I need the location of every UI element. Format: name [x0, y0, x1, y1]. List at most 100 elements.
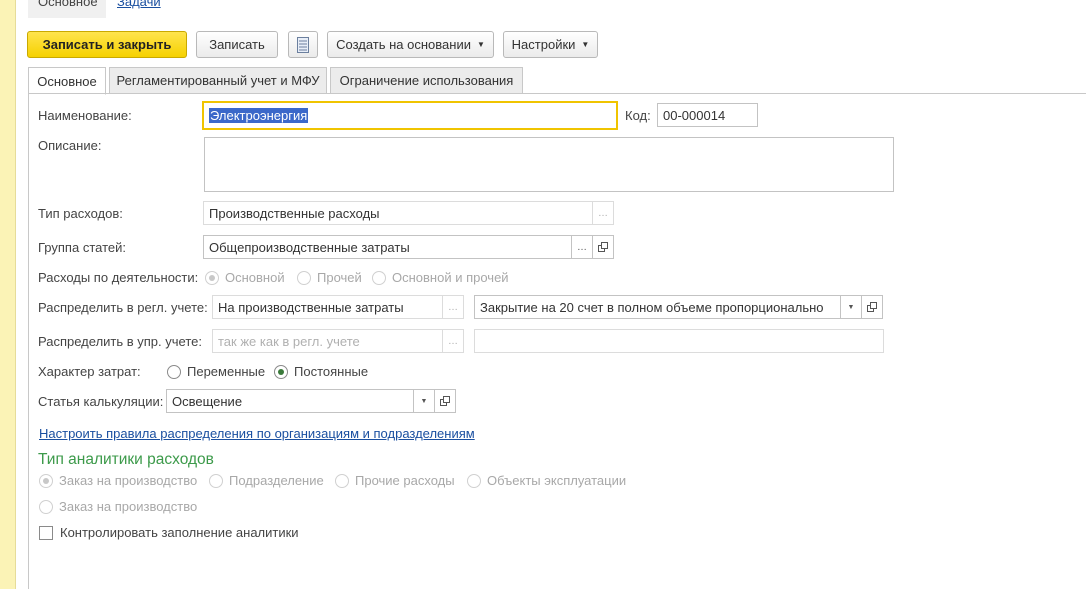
- distribute-reg-value: На производственные затраты: [218, 299, 404, 315]
- calc-item-label: Статья калькуляции:: [38, 394, 164, 409]
- radio-icon: [205, 270, 219, 285]
- open-icon: [867, 302, 877, 312]
- save-and-close-label: Записать и закрыть: [42, 37, 172, 52]
- cost-nature-fixed[interactable]: Постоянные: [274, 364, 368, 379]
- analytics-production-order[interactable]: Заказ на производство: [39, 473, 197, 488]
- analytics-production-order-label: Заказ на производство: [59, 473, 198, 488]
- analytics-production-order-2-label: Заказ на производство: [59, 499, 198, 514]
- chevron-down-icon: ▼: [581, 40, 590, 49]
- code-value: 00-000014: [663, 107, 726, 123]
- calc-item-field[interactable]: Освещение: [166, 389, 414, 413]
- open-icon: [440, 396, 450, 406]
- activity-option-other-label: Прочей: [317, 270, 362, 285]
- activity-option-both[interactable]: Основной и прочей: [372, 270, 509, 285]
- settings-label: Настройки: [511, 37, 576, 52]
- activity-option-main-label: Основной: [225, 270, 285, 285]
- radio-icon: [209, 473, 223, 488]
- radio-icon: [274, 364, 288, 379]
- radio-icon: [372, 270, 386, 285]
- tab-regulated-accounting-label: Регламентированный учет и МФУ: [116, 73, 320, 88]
- chevron-down-icon: ▼: [847, 303, 855, 311]
- distribute-reg-method-value: Закрытие на 20 счет в полном объеме проп…: [480, 299, 824, 315]
- analytics-department[interactable]: Подразделение: [209, 473, 324, 488]
- distribute-mgmt-placeholder: так же как в регл. учете: [218, 333, 360, 349]
- expense-type-field[interactable]: Производственные расходы: [203, 201, 593, 225]
- code-field[interactable]: 00-000014: [657, 103, 758, 127]
- analytics-other-expenses-label: Прочие расходы: [355, 473, 455, 488]
- distribute-mgmt-field[interactable]: так же как в регл. учете: [212, 329, 443, 353]
- name-value: Электроэнергия: [209, 108, 309, 123]
- cost-nature-variable[interactable]: Переменные: [167, 364, 265, 379]
- name-label: Наименование:: [38, 108, 132, 123]
- activity-label: Расходы по деятельности:: [38, 270, 199, 285]
- cost-nature-label: Характер затрат:: [38, 364, 141, 379]
- item-group-select-button[interactable]: …: [571, 235, 593, 259]
- settings-button[interactable]: Настройки ▼: [503, 31, 598, 58]
- calc-item-open-button[interactable]: [434, 389, 456, 413]
- distribute-reg-field[interactable]: На производственные затраты: [212, 295, 443, 319]
- cost-nature-fixed-label: Постоянные: [294, 364, 369, 379]
- form-side-strip: [0, 0, 16, 589]
- create-based-on-label: Создать на основании: [336, 37, 471, 52]
- chevron-down-icon: ▼: [476, 40, 485, 49]
- distribute-mgmt-label: Распределить в упр. учете:: [38, 334, 202, 349]
- radio-icon: [39, 473, 53, 488]
- calc-item-value: Освещение: [172, 393, 243, 409]
- tab-main[interactable]: Основное: [28, 67, 106, 95]
- tab-usage-restriction[interactable]: Ограничение использования: [330, 67, 523, 94]
- checkbox-icon: [39, 525, 53, 540]
- open-icon: [598, 242, 608, 252]
- activity-option-other[interactable]: Прочей: [297, 270, 362, 285]
- create-based-on-button[interactable]: Создать на основании ▼: [327, 31, 494, 58]
- table-icon: [297, 36, 309, 53]
- analytics-section-title: Тип аналитики расходов: [38, 451, 214, 468]
- top-tab-tasks[interactable]: Задачи: [117, 0, 161, 8]
- description-label: Описание:: [38, 138, 102, 153]
- panel-border: [28, 93, 29, 589]
- name-field[interactable]: Электроэнергия: [202, 101, 618, 130]
- save-and-close-button[interactable]: Записать и закрыть: [27, 31, 187, 58]
- expense-type-label: Тип расходов:: [38, 206, 123, 221]
- calc-item-dropdown[interactable]: ▼: [413, 389, 435, 413]
- save-button[interactable]: Записать: [196, 31, 278, 58]
- expense-type-select-button[interactable]: …: [592, 201, 614, 225]
- analytics-operation-objects-label: Объекты эксплуатации: [487, 473, 627, 488]
- distribute-reg-method-open-button[interactable]: [861, 295, 883, 319]
- cost-nature-variable-label: Переменные: [187, 364, 266, 379]
- tab-main-label: Основное: [37, 73, 97, 89]
- analytics-production-order-2[interactable]: Заказ на производство: [39, 499, 197, 514]
- item-group-value: Общепроизводственные затраты: [209, 239, 410, 255]
- item-group-label: Группа статей:: [38, 240, 126, 255]
- radio-icon: [39, 499, 53, 514]
- activity-option-both-label: Основной и прочей: [392, 270, 509, 285]
- control-analytics-label: Контролировать заполнение аналитики: [60, 525, 299, 540]
- analytics-operation-objects[interactable]: Объекты эксплуатации: [467, 473, 626, 488]
- chevron-down-icon: ▼: [420, 397, 428, 405]
- distribute-mgmt-method-field[interactable]: [474, 329, 884, 353]
- report-button[interactable]: [288, 31, 318, 58]
- top-tab-main[interactable]: Основное: [28, 0, 106, 18]
- distribute-mgmt-select-button[interactable]: …: [442, 329, 464, 353]
- radio-icon: [297, 270, 311, 285]
- tab-usage-restriction-label: Ограничение использования: [339, 73, 514, 88]
- analytics-department-label: Подразделение: [229, 473, 324, 488]
- radio-icon: [335, 473, 349, 488]
- setup-distribution-link[interactable]: Настроить правила распределения по орган…: [39, 426, 475, 441]
- item-group-open-button[interactable]: [592, 235, 614, 259]
- tabs-divider: [28, 93, 1086, 94]
- code-label: Код:: [625, 108, 651, 123]
- activity-option-main[interactable]: Основной: [205, 270, 285, 285]
- control-analytics-checkbox[interactable]: Контролировать заполнение аналитики: [39, 525, 299, 540]
- radio-icon: [167, 364, 181, 379]
- description-field[interactable]: [204, 137, 894, 192]
- save-label: Записать: [209, 37, 265, 52]
- radio-icon: [467, 473, 481, 488]
- item-group-field[interactable]: Общепроизводственные затраты: [203, 235, 572, 259]
- tab-regulated-accounting[interactable]: Регламентированный учет и МФУ: [109, 67, 327, 94]
- distribute-reg-select-button[interactable]: …: [442, 295, 464, 319]
- distribute-reg-method-dropdown[interactable]: ▼: [840, 295, 862, 319]
- expense-type-value: Производственные расходы: [209, 205, 380, 221]
- distribute-reg-label: Распределить в регл. учете:: [38, 300, 208, 315]
- distribute-reg-method-field[interactable]: Закрытие на 20 счет в полном объеме проп…: [474, 295, 841, 319]
- analytics-other-expenses[interactable]: Прочие расходы: [335, 473, 455, 488]
